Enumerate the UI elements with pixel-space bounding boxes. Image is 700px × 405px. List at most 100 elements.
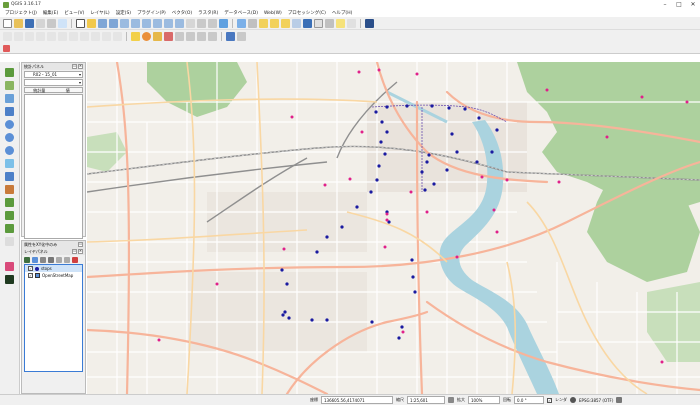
add-group-icon[interactable] bbox=[32, 256, 38, 263]
expand-all-icon[interactable] bbox=[56, 256, 62, 263]
add-virtual-layer-icon[interactable] bbox=[5, 172, 14, 181]
copy-features-icon[interactable] bbox=[80, 32, 89, 41]
filter-legend-icon[interactable] bbox=[48, 256, 54, 263]
panel-close-button[interactable]: ✕ bbox=[78, 64, 83, 69]
deselect-icon[interactable] bbox=[281, 18, 290, 28]
save-project-icon[interactable] bbox=[25, 18, 34, 28]
add-wcs-layer-icon[interactable] bbox=[5, 146, 14, 155]
plugin-icon[interactable] bbox=[226, 32, 235, 41]
georeferencer-icon[interactable] bbox=[5, 262, 14, 271]
add-raster-layer-icon[interactable] bbox=[5, 81, 14, 90]
lock-scale-icon[interactable] bbox=[448, 397, 454, 403]
zoom-layer-icon[interactable] bbox=[153, 18, 162, 28]
toggle-editing-icon[interactable] bbox=[14, 32, 23, 41]
paste-features-icon[interactable] bbox=[91, 32, 100, 41]
refresh-icon[interactable] bbox=[219, 18, 228, 28]
vertex-tool-icon[interactable] bbox=[47, 32, 56, 41]
change-label-icon[interactable] bbox=[197, 32, 206, 41]
zoom-next-icon[interactable] bbox=[175, 18, 184, 28]
move-label-icon[interactable] bbox=[175, 32, 184, 41]
coordinate-field[interactable]: 136605.56,4174071 bbox=[321, 396, 393, 404]
map-tips-icon[interactable] bbox=[336, 18, 345, 28]
remove-layer-icon[interactable] bbox=[72, 256, 78, 263]
measure-icon[interactable] bbox=[325, 18, 334, 28]
label-tool-icon[interactable] bbox=[131, 32, 140, 41]
save-edits-icon[interactable] bbox=[25, 32, 34, 41]
delete-selected-icon[interactable] bbox=[58, 32, 67, 41]
current-edits-icon[interactable] bbox=[3, 32, 12, 41]
add-spatialite-layer-icon[interactable] bbox=[5, 107, 14, 116]
zoom-in-icon[interactable] bbox=[98, 18, 107, 28]
menu-database[interactable]: データベース(D) bbox=[224, 10, 258, 16]
menu-plugins[interactable]: プラグイン(P) bbox=[137, 10, 166, 16]
field-calculator-icon[interactable] bbox=[303, 18, 312, 28]
menu-project[interactable]: プロジェクト(J) bbox=[5, 10, 37, 16]
show-bookmarks-icon[interactable] bbox=[208, 18, 217, 28]
show-hide-labels-icon[interactable] bbox=[164, 32, 173, 41]
menu-help[interactable]: ヘルプ(H) bbox=[332, 10, 352, 16]
zoom-full-icon[interactable] bbox=[131, 18, 140, 28]
messages-icon[interactable] bbox=[616, 397, 623, 403]
zoom-selection-icon[interactable] bbox=[142, 18, 151, 28]
add-wms-layer-icon[interactable] bbox=[5, 120, 14, 129]
processing-toolbox-icon[interactable] bbox=[5, 275, 14, 284]
cut-features-icon[interactable] bbox=[69, 32, 78, 41]
layer-row[interactable]: ✓ OpenStreetMap bbox=[25, 272, 82, 279]
diagram-icon[interactable] bbox=[142, 32, 151, 41]
layer-combo[interactable]: R02・15_01 bbox=[24, 71, 83, 78]
new-gpkg-layer-icon[interactable] bbox=[5, 211, 14, 220]
plugin-action-icon[interactable] bbox=[3, 44, 10, 52]
zoom-out-icon[interactable] bbox=[109, 18, 118, 28]
new-map-view-icon[interactable] bbox=[186, 18, 195, 28]
layer-visibility-checkbox[interactable]: ✓ bbox=[28, 273, 33, 278]
open-layer-styling-icon[interactable] bbox=[24, 256, 30, 263]
panel-float-button[interactable]: ▫ bbox=[72, 249, 77, 254]
panel-float-button[interactable]: ▫ bbox=[72, 64, 77, 69]
layers-panel-tab-label[interactable]: 属性をXY化中のみ bbox=[24, 242, 57, 248]
panel-float-button[interactable]: ▫ bbox=[78, 242, 83, 247]
select-features-icon[interactable] bbox=[259, 18, 268, 28]
add-vector-layer-icon[interactable] bbox=[5, 68, 14, 77]
layout-manager-icon[interactable] bbox=[47, 18, 56, 28]
add-wfs-layer-icon[interactable] bbox=[5, 133, 14, 142]
menu-layer[interactable]: レイヤ(L) bbox=[90, 10, 109, 16]
undo-icon[interactable] bbox=[102, 32, 111, 41]
scale-field[interactable]: 1:25,601 bbox=[407, 396, 445, 404]
open-project-icon[interactable] bbox=[14, 18, 23, 28]
style-manager-icon[interactable] bbox=[58, 18, 67, 28]
magnifier-field[interactable]: 100% bbox=[468, 396, 500, 404]
label-options-icon[interactable] bbox=[208, 32, 217, 41]
menu-edit[interactable]: 編集(E) bbox=[43, 10, 58, 16]
menu-view[interactable]: ビュー(V) bbox=[64, 10, 84, 16]
pan-icon[interactable] bbox=[76, 18, 85, 28]
attribute-table-icon[interactable] bbox=[292, 18, 301, 28]
field-combo[interactable] bbox=[24, 79, 83, 86]
new-project-icon[interactable] bbox=[3, 18, 12, 28]
pan-to-selection-icon[interactable] bbox=[87, 18, 96, 28]
new-shapefile-icon[interactable] bbox=[5, 198, 14, 207]
menu-raster[interactable]: ラスタ(R) bbox=[198, 10, 218, 16]
add-delimited-text-icon[interactable] bbox=[5, 159, 14, 168]
zoom-native-icon[interactable] bbox=[120, 18, 129, 28]
text-annotation-icon[interactable] bbox=[347, 18, 356, 28]
new-temporary-layer-icon[interactable] bbox=[5, 224, 14, 233]
statistics-sigma-icon[interactable] bbox=[314, 18, 323, 28]
pin-labels-icon[interactable] bbox=[153, 32, 162, 41]
action-icon[interactable] bbox=[248, 18, 257, 28]
map-canvas[interactable] bbox=[87, 62, 700, 394]
rotation-field[interactable]: 0.0 ° bbox=[514, 396, 544, 404]
manage-map-themes-icon[interactable] bbox=[40, 256, 46, 263]
collapse-all-icon[interactable] bbox=[64, 256, 70, 263]
menu-web[interactable]: Web(W) bbox=[264, 11, 282, 16]
menu-vector[interactable]: ベクタ(O) bbox=[172, 10, 192, 16]
add-mesh-layer-icon[interactable] bbox=[5, 185, 14, 194]
close-button[interactable]: ✕ bbox=[686, 0, 700, 9]
maximize-button[interactable]: □ bbox=[672, 0, 686, 9]
minimize-button[interactable]: – bbox=[658, 0, 672, 9]
render-checkbox[interactable]: ✓ bbox=[547, 397, 552, 403]
select-by-value-icon[interactable] bbox=[270, 18, 279, 28]
plugin-manager-icon[interactable] bbox=[237, 32, 246, 41]
print-layout-icon[interactable] bbox=[36, 18, 45, 28]
layer-row[interactable]: ✓ stops bbox=[25, 265, 82, 272]
menu-processing[interactable]: プロセッシング(C) bbox=[288, 10, 326, 16]
